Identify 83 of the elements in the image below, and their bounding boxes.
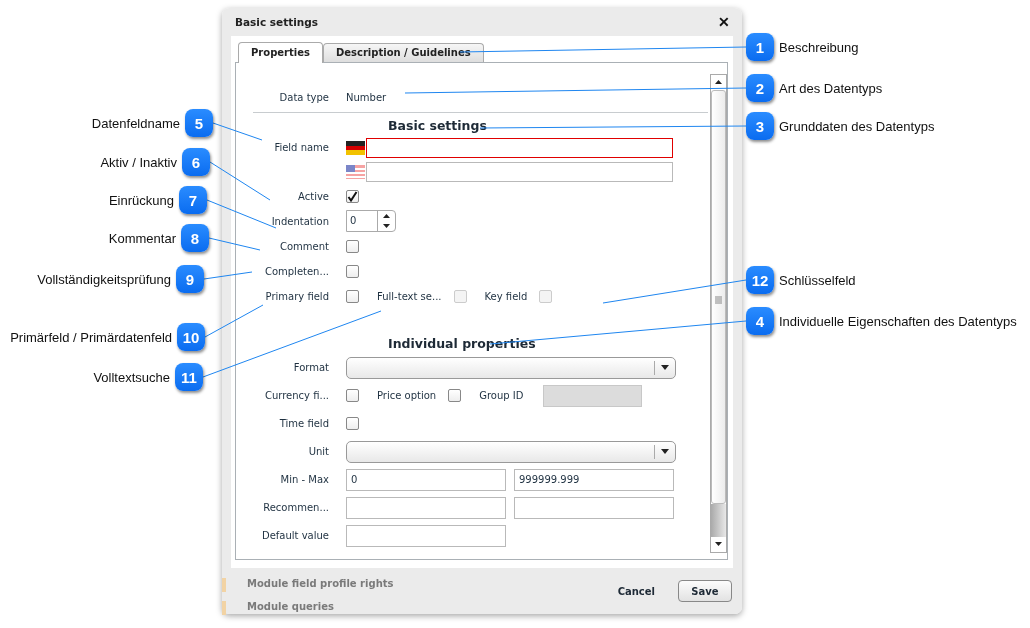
field-label: Indentation [270, 215, 329, 227]
section-heading: Individual properties [388, 335, 536, 354]
checkbox[interactable] [346, 417, 359, 431]
up-arrow-icon[interactable] [383, 214, 390, 219]
save-button[interactable]: Save [678, 580, 732, 603]
german-flag-icon [346, 140, 365, 155]
field-label: Default value [260, 530, 329, 542]
field-label: Format [292, 362, 329, 374]
field-label: Time field [278, 418, 329, 430]
callout-label: Individuelle Eigenschaften des Datentyps [779, 313, 1017, 329]
dropdown[interactable] [346, 356, 676, 379]
text-field[interactable] [346, 496, 506, 519]
checkbox[interactable] [448, 389, 462, 403]
callout-label: Vollständigkeitsprüfung [37, 271, 171, 287]
callout-badge: 9 [176, 265, 204, 293]
checkbox[interactable] [346, 389, 359, 403]
field-value: Number [346, 92, 387, 104]
callout-label: Primärfeld / Primärdatenfeld [10, 329, 172, 345]
caret-icon [661, 449, 669, 455]
callout-badge: 8 [181, 224, 209, 252]
callout-label: Art des Datentyps [779, 80, 883, 96]
grip-icon [715, 295, 722, 304]
callout-badge: 5 [185, 109, 213, 137]
field-label: Primary field [264, 290, 329, 302]
text-field[interactable]: 0 [346, 468, 506, 491]
callout-label: Kommentar [108, 230, 176, 246]
callout-label: Grunddaten des Datentyps [779, 118, 935, 134]
checkbox[interactable] [346, 264, 359, 278]
field-label: Currency fi... [263, 390, 329, 402]
us-flag-icon [346, 164, 365, 179]
field-label: Min - Max [279, 474, 329, 486]
leader-line [208, 237, 261, 251]
field-label: Completen... [263, 265, 329, 277]
callout-badge: 3 [746, 112, 774, 140]
text-field[interactable] [346, 524, 506, 547]
callout-badge: 12 [746, 266, 774, 294]
callout-badge: 4 [746, 307, 774, 335]
text-field[interactable] [514, 496, 674, 519]
field-label: Field name [273, 142, 329, 154]
text-field[interactable] [366, 137, 673, 158]
callout-badge: 10 [177, 323, 205, 351]
close-button[interactable]: ✕ [718, 13, 730, 30]
callout-label: Beschreibung [779, 39, 859, 55]
callout-badge: 6 [182, 148, 210, 176]
checkbox[interactable] [346, 189, 359, 203]
text-field[interactable] [366, 161, 673, 182]
dialog-title: Basic settings [235, 15, 319, 28]
field-label: Full-text se... [377, 290, 442, 302]
up-arrow-icon[interactable] [715, 80, 722, 85]
down-arrow-icon[interactable] [715, 542, 722, 547]
field-label: Key field [484, 290, 528, 302]
number-spinner[interactable]: 0 [346, 210, 396, 233]
cancel-button[interactable]: Cancel [611, 584, 661, 598]
checkbox[interactable] [346, 289, 359, 303]
caret-icon [661, 365, 669, 371]
callout-badge: 2 [746, 74, 774, 102]
scrollbar-thumb[interactable] [711, 89, 726, 504]
leader-line [203, 271, 253, 280]
callout-label: Aktiv / Inaktiv [100, 154, 177, 170]
down-arrow-icon[interactable] [383, 224, 390, 229]
callout-badge: 7 [179, 186, 207, 214]
checkbox[interactable] [346, 239, 359, 253]
callout-label: Datenfeldname [91, 115, 180, 131]
callout-badge: 11 [175, 363, 203, 391]
dropdown[interactable] [346, 440, 676, 463]
leader-line [209, 161, 271, 201]
field-label: Recommen... [262, 502, 329, 514]
tab[interactable]: Description / Guidelines [322, 42, 484, 62]
callout-label: Einrückung [108, 192, 174, 208]
field-label: Comment [279, 240, 329, 252]
field-label: Data type [278, 92, 329, 104]
callout-badge: 1 [746, 33, 774, 61]
callout-label: Schlüsselfeld [779, 272, 856, 288]
section-heading: Basic settings [388, 117, 487, 136]
scrollbar[interactable] [710, 73, 727, 553]
field-label: Active [297, 190, 329, 202]
text-field[interactable]: 999999.999 [514, 468, 674, 491]
tab[interactable]: Properties [238, 41, 323, 63]
leader-line [212, 122, 263, 141]
callout-label: Volltextsuche [93, 369, 170, 385]
field-label: Group ID [479, 390, 524, 402]
field-label: Price option [377, 390, 437, 402]
field-label: Unit [307, 446, 329, 458]
